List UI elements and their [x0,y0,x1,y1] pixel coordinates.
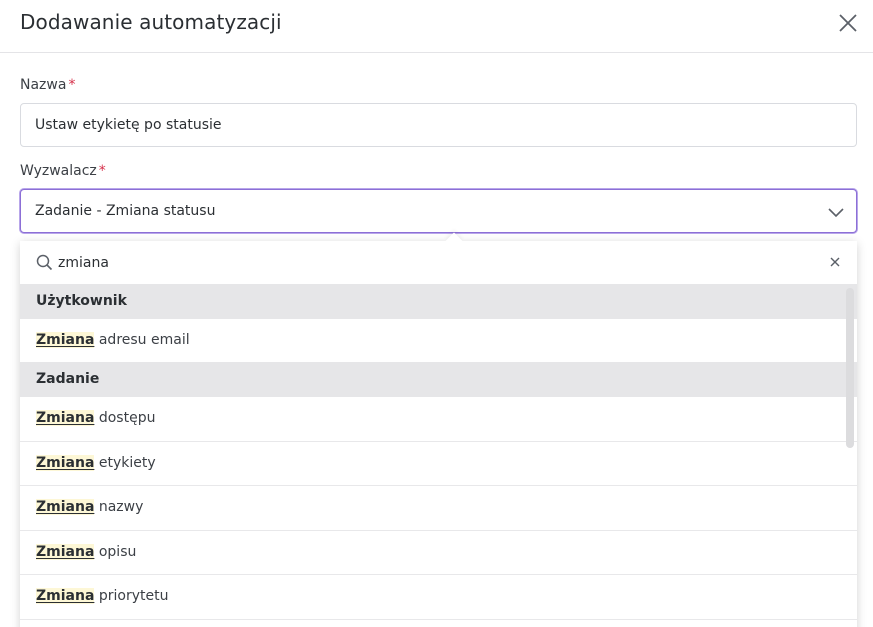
required-mark: * [98,163,106,179]
trigger-select-value: Zadanie - Zmiana statusu [35,203,216,219]
search-icon [36,254,53,271]
chevron-down-icon [828,208,844,218]
required-mark: * [68,77,76,93]
modal-title: Dodawanie automatyzacji [20,10,282,34]
dropdown-search-input[interactable] [58,252,798,274]
clear-icon[interactable] [828,255,842,269]
group-header-uzytkownik: Użytkownik [20,284,857,319]
name-label: Nazwa * [20,77,75,93]
close-icon [839,14,857,32]
dropdown-options-list: Użytkownik Zmiana adresu email Zadanie Z… [20,284,857,620]
option-label: etykiety [94,454,156,471]
option-zmiana-nazwy[interactable]: Zmiana nazwy [20,486,857,531]
option-zmiana-adresu-email[interactable]: Zmiana adresu email [20,319,857,362]
modal-header: Dodawanie automatyzacji [0,0,873,53]
close-button[interactable] [835,10,861,36]
dropdown-scrollbar[interactable] [846,288,854,448]
search-match: Zmiana [36,332,95,348]
option-label: opisu [94,543,137,560]
name-label-text: Nazwa [20,77,67,93]
option-zmiana-opisu[interactable]: Zmiana opisu [20,530,857,575]
trigger-label: Wyzwalacz * [20,163,106,179]
search-match: Zmiana [36,543,95,560]
search-match: Zmiana [36,499,95,515]
name-input[interactable] [20,103,857,147]
search-match: Zmiana [36,454,95,471]
option-zmiana-etykiety[interactable]: Zmiana etykiety [20,441,857,486]
group-header-zadanie: Zadanie [20,362,857,397]
option-label: adresu email [94,332,190,348]
dropdown-search [20,241,857,284]
option-label: nazwy [94,499,144,515]
trigger-dropdown: Użytkownik Zmiana adresu email Zadanie Z… [20,232,857,627]
option-zmiana-priorytetu[interactable]: Zmiana priorytetu [20,575,857,620]
trigger-label-text: Wyzwalacz [20,163,97,179]
option-label: priorytetu [94,588,169,604]
option-zmiana-dostepu[interactable]: Zmiana dostępu [20,397,857,442]
option-label: dostępu [94,410,156,426]
trigger-select[interactable]: Zadanie - Zmiana statusu [20,189,857,233]
search-match: Zmiana [36,588,95,604]
search-match: Zmiana [36,410,95,426]
